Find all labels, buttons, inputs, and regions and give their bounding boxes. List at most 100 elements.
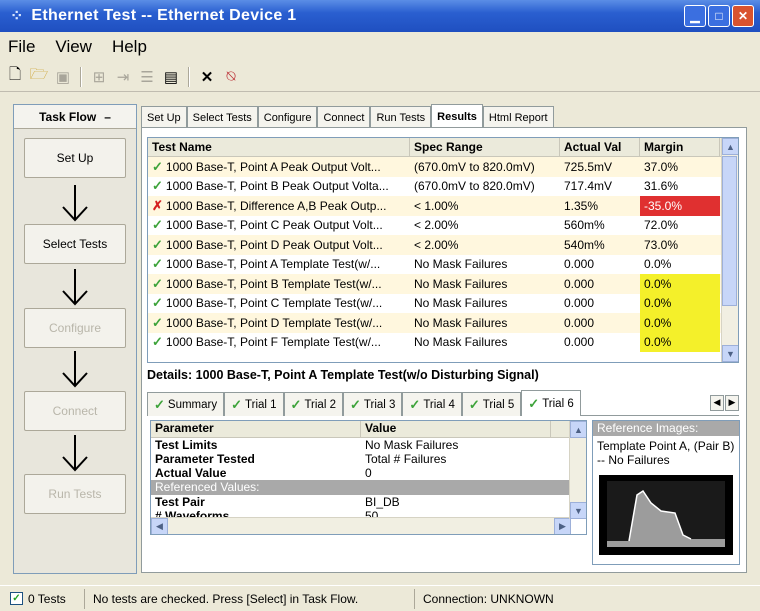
- table-row[interactable]: ✓ 1000 Base-T, Point D Template Test(w/..…: [148, 313, 738, 333]
- scroll-down-icon[interactable]: ▼: [722, 345, 738, 362]
- param-vscrollbar[interactable]: ▲ ▼: [569, 421, 586, 519]
- tab-html-report[interactable]: Html Report: [482, 106, 554, 128]
- test-name-cell: ✓ 1000 Base-T, Point A Template Test(w/..…: [148, 255, 410, 275]
- properties-icon[interactable]: ⊞: [88, 66, 110, 88]
- spec-range-cell: < 2.00%: [414, 218, 459, 233]
- column-actual-val[interactable]: Actual Val: [560, 138, 640, 156]
- tab-summary[interactable]: ✓ Summary: [147, 392, 225, 416]
- column-margin[interactable]: Margin: [640, 138, 720, 156]
- test-name-cell: ✓ 1000 Base-T, Point C Template Test(w/..…: [148, 294, 410, 314]
- tab-connect[interactable]: Connect: [317, 106, 371, 128]
- test-name-cell: ✓ 1000 Base-T, Point C Peak Output Volt..…: [148, 216, 410, 236]
- test-name-cell: ✗ 1000 Base-T, Difference A,B Peak Outp..…: [148, 196, 410, 216]
- tab-trial-4[interactable]: ✓ Trial 4: [402, 392, 462, 416]
- tab-label: Trial 2: [304, 398, 336, 411]
- tab-set-up[interactable]: Set Up: [141, 106, 187, 128]
- list-icon[interactable]: ☰: [136, 66, 158, 88]
- maximize-button[interactable]: □: [708, 5, 730, 27]
- actual-val-cell: 540m%: [564, 237, 605, 252]
- tests-checkbox[interactable]: ✓: [10, 592, 23, 605]
- app-icon: ⁘: [10, 8, 24, 25]
- actual-val-cell: 0.000: [564, 335, 595, 350]
- table-icon[interactable]: ▤: [160, 66, 182, 88]
- save-icon[interactable]: ▣: [52, 66, 74, 88]
- task-select-tests-button[interactable]: Select Tests: [24, 224, 126, 264]
- scroll-up-icon[interactable]: ▲: [570, 421, 586, 438]
- table-row[interactable]: ✓ 1000 Base-T, Point C Template Test(w/..…: [148, 293, 738, 314]
- menu-view[interactable]: View: [55, 37, 92, 57]
- column-spec-range[interactable]: Spec Range: [410, 138, 560, 156]
- scroll-left-icon[interactable]: ◀: [151, 518, 168, 534]
- menu-help[interactable]: Help: [112, 37, 147, 57]
- table-row[interactable]: ✓ 1000 Base-T, Point B Template Test(w/..…: [148, 274, 738, 294]
- tab-trial-6[interactable]: ✓ Trial 6: [521, 390, 581, 416]
- results-panel: Test Name Spec Range Actual Val Margin ✓…: [141, 127, 747, 573]
- param-name: Test Pair: [155, 495, 205, 509]
- spec-range-cell: < 1.00%: [414, 198, 459, 213]
- scroll-down-icon[interactable]: ▼: [570, 502, 586, 519]
- pass-icon: ✓: [152, 236, 163, 252]
- table-row[interactable]: ✓ 1000 Base-T, Point D Peak Output Volt..…: [148, 235, 738, 255]
- param-hscrollbar[interactable]: ◀ ▶: [151, 517, 571, 534]
- test-name-cell: ✓ 1000 Base-T, Point D Template Test(w/..…: [148, 313, 410, 333]
- scroll-right-icon[interactable]: ▶: [554, 518, 571, 534]
- new-icon[interactable]: 🗋: [4, 66, 26, 88]
- tab-trial-2[interactable]: ✓ Trial 2: [283, 392, 343, 416]
- column-test-name[interactable]: Test Name: [148, 138, 410, 156]
- parameter-table[interactable]: Parameter Value Test Limits No Mask Failu…: [150, 420, 587, 535]
- tab-scroll-left-icon[interactable]: ◀: [710, 394, 724, 411]
- margin-cell: 73.0%: [644, 237, 679, 252]
- tab-trial-1[interactable]: ✓ Trial 1: [224, 392, 284, 416]
- minimize-button[interactable]: ▁: [684, 5, 706, 27]
- param-row: Actual Value 0: [151, 466, 586, 480]
- actual-val-cell: 0.000: [564, 276, 595, 291]
- close-button[interactable]: ✕: [732, 5, 754, 27]
- table-row[interactable]: ✓ 1000 Base-T, Point A Template Test(w/..…: [148, 255, 738, 275]
- task-connect-button[interactable]: Connect: [24, 391, 126, 431]
- scroll-up-icon[interactable]: ▲: [722, 138, 738, 155]
- tab-results[interactable]: Results: [431, 104, 483, 128]
- arrow-down-icon: [62, 351, 88, 388]
- results-table[interactable]: Test Name Spec Range Actual Val Margin ✓…: [147, 137, 739, 363]
- clear-icon[interactable]: ⍉: [220, 66, 242, 88]
- tab-trial-5[interactable]: ✓ Trial 5: [461, 392, 522, 416]
- table-row[interactable]: ✓ 1000 Base-T, Point C Peak Output Volt..…: [148, 216, 738, 236]
- tab-run-tests[interactable]: Run Tests: [370, 106, 432, 128]
- table-row[interactable]: ✗ 1000 Base-T, Difference A,B Peak Outp..…: [148, 196, 738, 216]
- table-row[interactable]: ✓ 1000 Base-T, Point B Peak Output Volta.…: [148, 177, 738, 197]
- tab-label: Trial 1: [245, 398, 277, 411]
- table-row[interactable]: ✓ 1000 Base-T, Point F Template Test(w/..…: [148, 332, 738, 352]
- task-run-tests-button[interactable]: Run Tests: [24, 474, 126, 514]
- pass-icon: ✓: [152, 178, 163, 194]
- tab-select-tests[interactable]: Select Tests: [186, 106, 258, 128]
- reference-waveform-image[interactable]: [599, 475, 733, 555]
- results-scrollbar[interactable]: ▲ ▼: [721, 138, 738, 362]
- check-icon: ✓: [290, 396, 302, 412]
- actual-val-cell: 1.35%: [564, 198, 599, 213]
- tab-trial-3[interactable]: ✓ Trial 3: [342, 392, 403, 416]
- test-name-cell: ✓ 1000 Base-T, Point A Peak Output Volt..…: [148, 157, 410, 177]
- task-configure-button[interactable]: Configure: [24, 308, 126, 348]
- delete-icon[interactable]: ✕: [196, 66, 218, 88]
- menu-file[interactable]: File: [8, 37, 35, 57]
- check-icon: ✓: [528, 395, 540, 411]
- scroll-thumb[interactable]: [722, 156, 737, 306]
- open-icon[interactable]: 🗁: [28, 66, 50, 88]
- actual-val-cell: 0.000: [564, 315, 595, 330]
- task-set-up-button[interactable]: Set Up: [24, 138, 126, 178]
- table-row[interactable]: ✓ 1000 Base-T, Point A Peak Output Volt..…: [148, 157, 738, 177]
- param-name: Test Limits: [155, 438, 218, 452]
- test-name: 1000 Base-T, Point A Peak Output Volt...: [165, 159, 381, 174]
- param-value: No Mask Failures: [365, 438, 459, 452]
- collapse-icon[interactable]: –: [104, 110, 111, 124]
- actual-val-cell: 725.5mV: [564, 159, 613, 174]
- margin-cell: 72.0%: [644, 218, 679, 233]
- check-icon: ✓: [349, 396, 361, 412]
- tab-configure[interactable]: Configure: [257, 106, 318, 128]
- actual-val-cell: 0.000: [564, 257, 595, 272]
- test-name: 1000 Base-T, Point B Peak Output Volta..…: [165, 179, 389, 194]
- move-icon[interactable]: ⇥: [112, 66, 134, 88]
- tab-scroll-right-icon[interactable]: ▶: [725, 394, 739, 411]
- status-message: No tests are checked. Press [Select] in …: [84, 588, 414, 609]
- arrow-down-icon: [62, 269, 88, 306]
